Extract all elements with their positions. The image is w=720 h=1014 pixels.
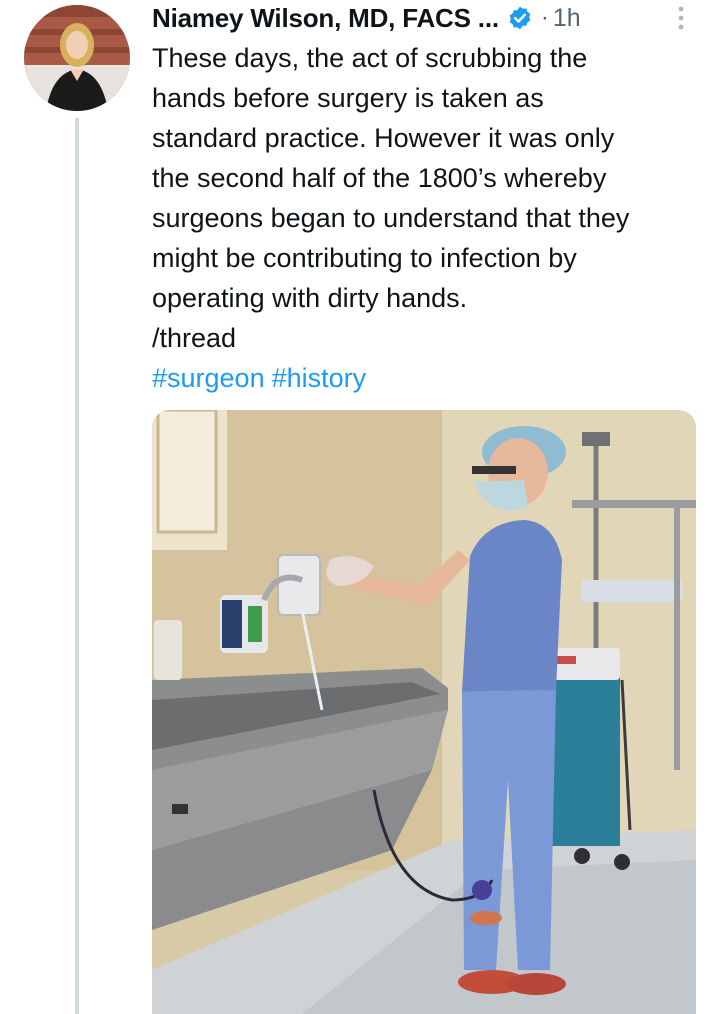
tweet-line: standard practice. However it was only [152,123,615,153]
tweet-line: might be contributing to infection by [152,243,577,273]
tweet-line: the second half of the 1800’s whereby [152,163,607,193]
hashtag-link[interactable]: #history [272,363,367,393]
tweet-line: hands before surgery is taken as [152,83,544,113]
tweet-line: operating with dirty hands. [152,283,468,313]
author-display-name[interactable]: Niamey Wilson, MD, FACS ... [152,3,499,34]
avatar-image [24,5,130,111]
tweet-line: surgeons began to understand that they [152,203,630,233]
surgeon-scrubbing-photo [152,410,696,1014]
tweet-media-photo[interactable] [152,410,696,1014]
tweet-text: These days, the act of scrubbing the han… [152,38,712,398]
tweet-line: /thread [152,323,237,353]
tweet-header: Niamey Wilson, MD, FACS ... · 1h [152,0,581,36]
hashtag-row: #surgeon #history [152,358,712,398]
hashtag-link[interactable]: #surgeon [152,363,265,393]
verified-badge-icon [509,6,531,30]
tweet-line: These days, the act of scrubbing the [152,43,588,73]
tweet-timestamp[interactable]: 1h [553,4,581,33]
author-avatar[interactable] [24,5,130,111]
time-separator: · [540,4,549,31]
more-vertical-icon[interactable] [676,4,686,32]
thread-connector-line [75,118,79,1014]
